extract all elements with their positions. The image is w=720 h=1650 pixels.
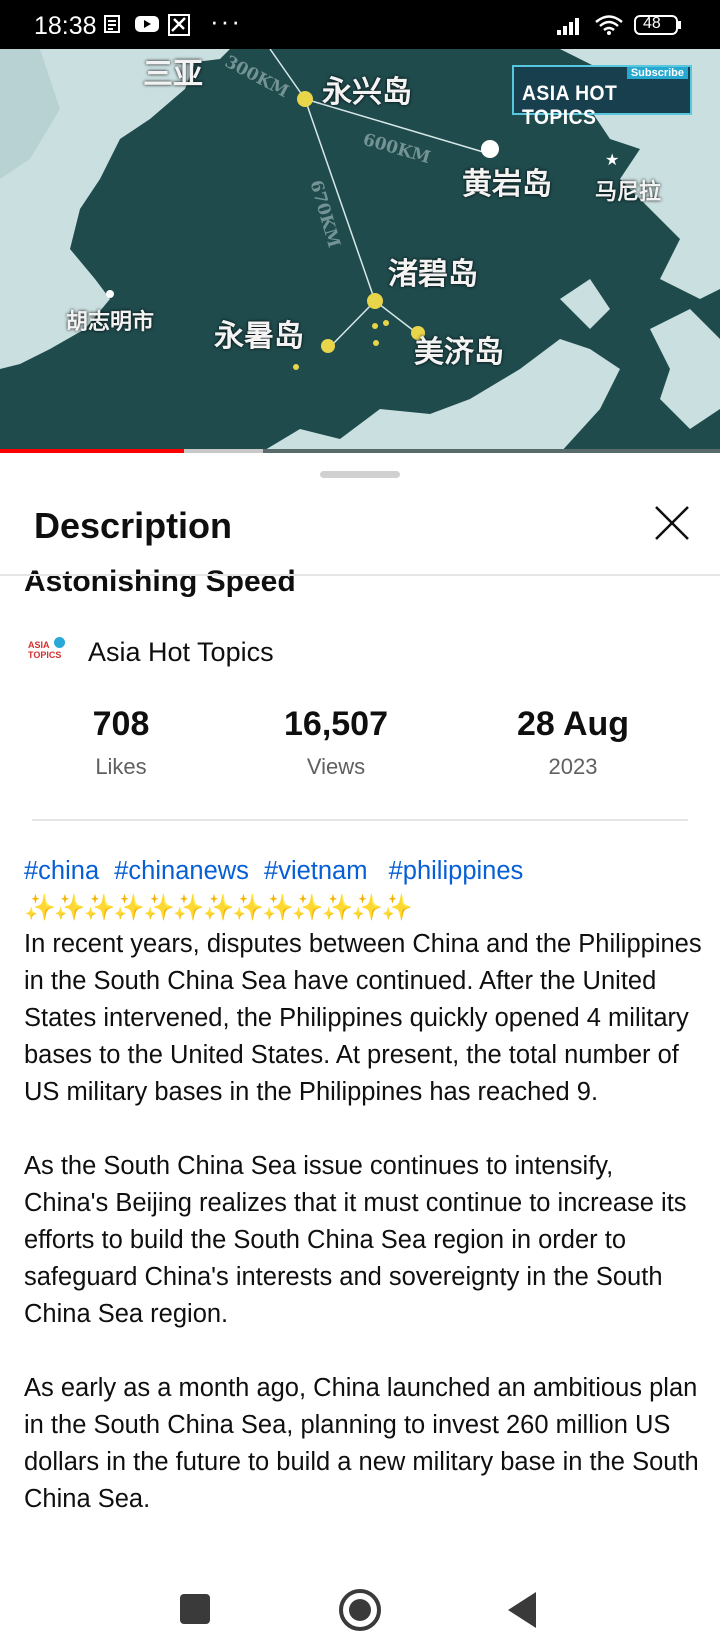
views-label: Views [306,754,366,779]
hashtag-link[interactable]: #vietnam [264,857,367,885]
map-label-yongshu: 永暑岛 [214,319,304,354]
more-notifications-icon: ··· [210,6,242,36]
description-paragraph: In recent years, disputes between China … [24,930,702,1106]
drag-handle[interactable] [320,471,400,478]
close-icon[interactable] [650,501,694,545]
date-value: 28 Aug [516,705,630,743]
status-bar: 18:38 ··· 48 [0,0,720,49]
wifi-icon [594,14,624,41]
hashtag-row: #china #chinanews #vietnam #philippines [24,853,704,890]
video-title: Astonishing Speed [24,565,296,598]
map-label-huangyan: 黄岩岛 [462,167,552,202]
svg-text:★: ★ [605,152,619,169]
battery-icon: 48 [634,14,684,41]
signal-icon [555,16,585,41]
news-icon [103,14,123,39]
map-label-sanya: 三亚 [143,57,203,92]
map-label-meiji: 美济岛 [414,335,504,370]
battery-level: 48 [643,15,661,32]
channel-row[interactable]: ASIA TOPICS Asia Hot Topics [26,629,274,675]
sparkles-emoji-row: ✨✨✨✨✨✨✨✨✨✨✨✨✨ [24,894,413,922]
likes-value: 708 [92,705,150,743]
channel-watermark: Subscribe ASIA HOT TOPICS [512,65,692,129]
description-body: #china #chinanews #vietnam #philippines … [24,853,704,1518]
hashtag-link[interactable]: #china [24,857,99,885]
year-label: 2023 [548,754,598,779]
app-icon [168,14,190,41]
sheet-title: Description [34,505,233,546]
subscribe-tag: Subscribe [626,67,688,79]
views-value: 16,507 [284,705,388,743]
map-label-manila: 马尼拉 [595,179,662,205]
description-paragraph: As early as a month ago, China launched … [24,1374,699,1513]
system-nav-bar [0,1570,720,1650]
stats-divider [32,819,688,821]
description-sheet: Description Astonishing Speed ASIA TOPIC… [0,453,720,1650]
likes-label: Likes [95,754,147,779]
youtube-icon [134,14,160,39]
status-time: 18:38 [34,12,97,40]
video-player[interactable]: ★ 三亚 永兴岛 黄岩岛 马尼拉 渚碧岛 永暑岛 美济岛 胡志明市 300KM … [0,49,720,453]
watermark-text: ASIA HOT TOPICS [522,82,618,129]
map-label-zhubi: 渚碧岛 [388,257,478,292]
header-divider [0,574,720,576]
channel-name[interactable]: Asia Hot Topics [88,637,274,668]
map-label-yongxing: 永兴岛 [322,75,412,110]
recents-button[interactable] [171,1586,219,1634]
hashtag-link[interactable]: #chinanews [114,857,249,885]
stat-likes: 708 Likes [1,705,241,780]
description-paragraph: As the South China Sea issue continues t… [24,1152,687,1328]
stat-date: 28 Aug 2023 [453,705,693,780]
hashtag-link[interactable]: #philippines [389,857,524,885]
stats-row: 708 Likes 16,507 Views 28 Aug 2023 [0,705,720,795]
map-label-hcm: 胡志明市 [66,309,155,335]
home-button[interactable] [336,1586,384,1634]
back-button[interactable] [500,1586,548,1634]
stat-views: 16,507 Views [216,705,456,780]
avatar-text-bottom: TOPICS [28,650,62,660]
channel-avatar[interactable]: ASIA TOPICS [26,632,66,672]
